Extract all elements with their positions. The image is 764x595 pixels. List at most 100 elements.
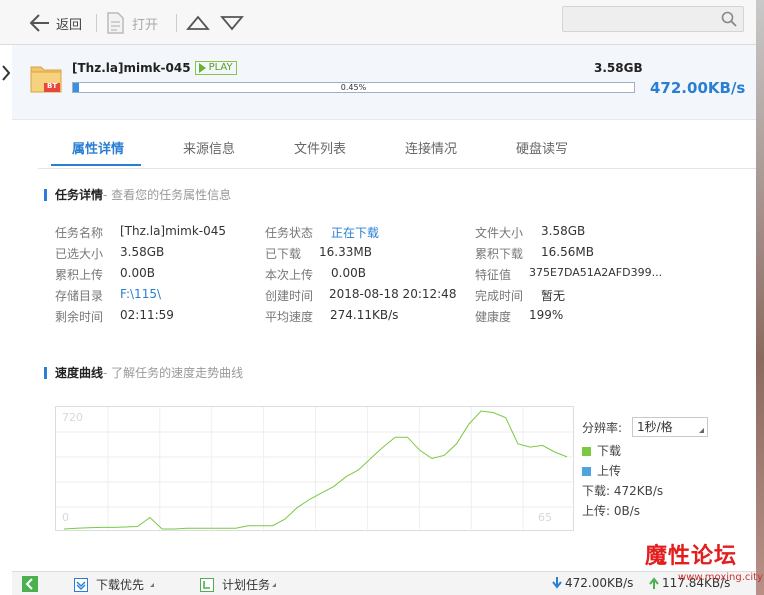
- tab-disk[interactable]: 硬盘读写: [516, 138, 568, 157]
- task-speed: 472.00KB/s: [650, 79, 746, 97]
- speed-curve-title: 速度曲线: [55, 366, 104, 380]
- field-label: 本次上传: [265, 268, 314, 282]
- open-label: 打开: [132, 17, 159, 33]
- field-label: 健康度: [475, 310, 512, 324]
- background-window-edge: [756, 0, 764, 595]
- field-label: 累积上传: [55, 268, 104, 282]
- legend-download-label: 下载: [597, 444, 622, 458]
- field-label: 完成时间: [475, 289, 524, 303]
- field-value: 16.56MB: [541, 245, 594, 259]
- task-details-title: 任务详情: [55, 188, 104, 202]
- back-label: 返回: [56, 17, 83, 33]
- current-download: 下载: 472KB/s: [582, 484, 664, 498]
- field-value: 274.11KB/s: [330, 308, 399, 322]
- field-label: 创建时间: [265, 289, 314, 303]
- bt-badge: BT: [47, 82, 58, 90]
- storage-dir-link[interactable]: F:\115\: [120, 287, 161, 301]
- field-label: 任务状态: [265, 226, 314, 240]
- field-value: 16.33MB: [319, 245, 372, 259]
- resolution-select[interactable]: 1秒/格: [632, 417, 708, 437]
- field-value: 0.00B: [120, 266, 155, 280]
- small-dropdown-icon: [272, 582, 277, 587]
- open-button[interactable]: 打开: [106, 12, 158, 34]
- schedule-label: 计划任务: [222, 578, 271, 592]
- folder-icon: BT: [30, 63, 62, 93]
- tab-source[interactable]: 来源信息: [183, 138, 235, 157]
- watermark-url: www.moxing.city: [678, 572, 764, 583]
- tab-active-indicator: [51, 164, 141, 166]
- tab-files[interactable]: 文件列表: [294, 138, 346, 157]
- legend-download: 下载: [582, 442, 621, 459]
- field-label: 剩余时间: [55, 310, 104, 324]
- dropdown-icon: [699, 428, 704, 433]
- field-label: 已下载: [265, 247, 302, 261]
- field-value: 3.58GB: [120, 245, 165, 259]
- triangle-up-icon: [186, 14, 210, 32]
- tab-divider: [38, 168, 756, 169]
- status-bar: 下载优先 计划任务 472.00KB/s 117.84KB/s: [12, 571, 756, 595]
- move-down-button[interactable]: [220, 12, 244, 34]
- task-row[interactable]: BT [Thz.la]mimk-045 PLAY 3.58GB 0.45% 47…: [12, 45, 756, 120]
- y-max-label: 720: [62, 411, 83, 424]
- play-icon: [198, 63, 206, 73]
- upload-color-swatch: [582, 467, 591, 476]
- task-details-heading: 任务详情 - 查看您的任务属性信息: [44, 186, 231, 203]
- task-name: [Thz.la]mimk-045 PLAY: [72, 61, 237, 75]
- progress-text: 0.45%: [340, 83, 367, 92]
- priority-icon: [74, 577, 88, 592]
- field-label: 已选大小: [55, 247, 104, 261]
- field-value: 199%: [529, 308, 564, 322]
- field-value: 0.00B: [331, 266, 366, 280]
- search-input[interactable]: [562, 6, 744, 32]
- triangle-down-icon: [220, 14, 244, 32]
- arrow-up-icon: [649, 577, 659, 589]
- field-label: 文件大小: [475, 226, 524, 240]
- download-color-swatch: [582, 447, 591, 456]
- speed-chart: 720 0 65: [55, 406, 575, 532]
- field-value: 2018-08-18 20:12:48: [329, 287, 457, 301]
- tab-connections[interactable]: 连接情况: [405, 138, 457, 157]
- speed-chart-svg: [56, 407, 575, 532]
- move-up-button[interactable]: [186, 12, 210, 34]
- legend-upload-label: 上传: [597, 464, 622, 478]
- field-label: 任务名称: [55, 226, 104, 240]
- heading-marker: [44, 366, 47, 379]
- field-value: 02:11:59: [120, 308, 174, 322]
- speed-curve-heading: 速度曲线 - 了解任务的速度走势曲线: [44, 364, 243, 381]
- priority-label: 下载优先: [96, 578, 145, 592]
- speed-curve-subtitle: - 了解任务的速度走势曲线: [103, 366, 244, 380]
- y-min-label: 0: [62, 511, 69, 524]
- arrow-down-icon: [552, 577, 562, 589]
- task-size: 3.58GB: [594, 61, 643, 75]
- task-details-subtitle: - 查看您的任务属性信息: [103, 188, 232, 202]
- field-value: 375E7DA51A2AFD399...: [529, 266, 663, 279]
- tab-properties[interactable]: 属性详情: [72, 138, 124, 157]
- resolution-label: 分辨率:: [582, 421, 623, 435]
- toolbar: 返回 打开: [0, 0, 764, 45]
- search-icon[interactable]: [721, 11, 737, 30]
- field-value: [Thz.la]mimk-045: [120, 224, 226, 238]
- total-download-speed: 472.00KB/s: [552, 576, 633, 590]
- heading-marker: [44, 188, 47, 201]
- collapse-sidebar-button[interactable]: [22, 576, 38, 592]
- field-label: 存储目录: [55, 289, 104, 303]
- expand-arrow-icon[interactable]: [0, 58, 12, 88]
- schedule-icon: [200, 577, 214, 592]
- field-label: 累积下载: [475, 247, 524, 261]
- play-button[interactable]: PLAY: [194, 61, 237, 75]
- resolution-value: 1秒/格: [637, 420, 673, 434]
- download-speed-text: 472.00KB/s: [565, 576, 634, 590]
- document-icon: [106, 12, 124, 34]
- arrow-left-icon: [28, 13, 50, 33]
- current-upload: 上传: 0B/s: [582, 504, 641, 518]
- status-value: 正在下载: [331, 226, 380, 240]
- download-priority-button[interactable]: 下载优先: [74, 576, 155, 593]
- x-right-label: 65: [538, 511, 552, 524]
- legend-upload: 上传: [582, 462, 621, 479]
- play-label: PLAY: [208, 62, 233, 73]
- progress-bar: 0.45%: [72, 82, 635, 93]
- back-button[interactable]: 返回: [28, 12, 82, 34]
- scheduled-task-button[interactable]: 计划任务: [200, 576, 277, 593]
- small-dropdown-icon: [150, 582, 155, 587]
- watermark: 魔性论坛: [645, 543, 738, 569]
